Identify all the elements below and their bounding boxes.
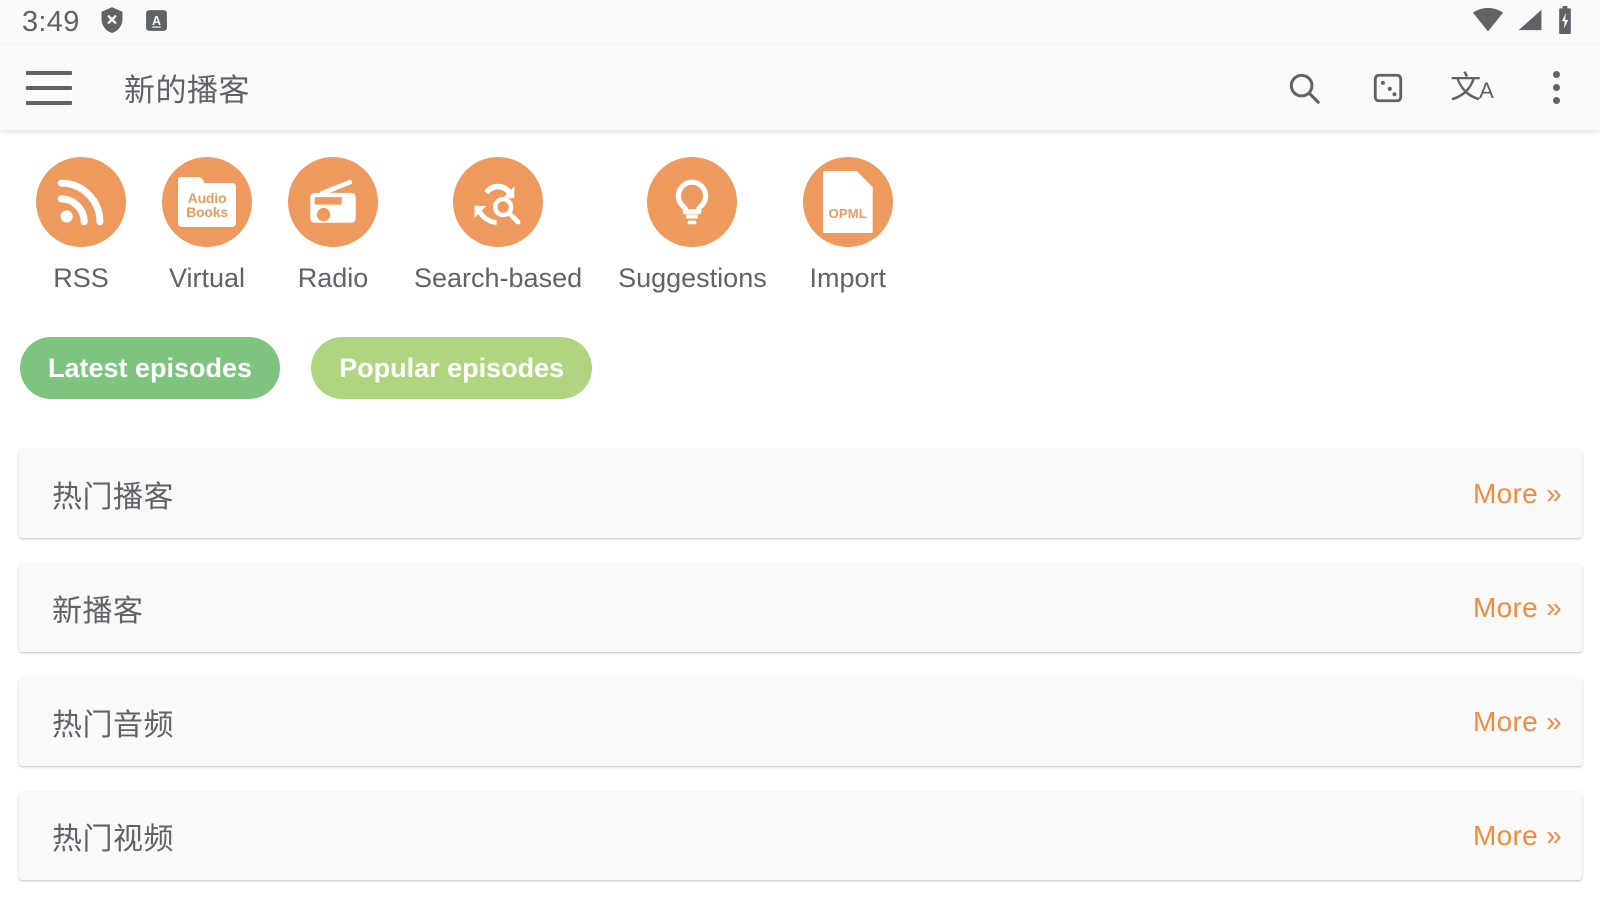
dice-icon[interactable] bbox=[1366, 66, 1410, 110]
radio-icon bbox=[288, 157, 378, 247]
chip-latest-episodes[interactable]: Latest episodes bbox=[20, 337, 281, 399]
lightbulb-icon bbox=[647, 157, 738, 247]
more-link[interactable]: More » bbox=[1473, 706, 1562, 738]
card-title: 新播客 bbox=[52, 595, 144, 628]
category-item-import[interactable]: OPML Import bbox=[802, 130, 893, 294]
app-bar-actions: 文A bbox=[1282, 66, 1578, 110]
audio-books-folder-icon: Audio Books bbox=[162, 157, 252, 247]
category-label: Radio bbox=[297, 263, 369, 293]
wifi-icon bbox=[1472, 8, 1504, 37]
shield-x-icon bbox=[98, 6, 126, 39]
category-shortcut-row: RSS Audio Books Virtual Radio Search-bas… bbox=[0, 130, 1600, 305]
page-title: 新的播客 bbox=[124, 73, 250, 108]
more-link[interactable]: More » bbox=[1473, 820, 1562, 852]
category-label: Import bbox=[809, 263, 886, 293]
category-item-search-based[interactable]: Search-based bbox=[414, 130, 582, 294]
folder-line-2: Books bbox=[186, 204, 228, 220]
podcast-category-list: 热门播客 More » 新播客 More » 热门音频 More » 热门视频 … bbox=[0, 450, 1600, 906]
chip-popular-episodes[interactable]: Popular episodes bbox=[311, 337, 593, 399]
app-bar: 新的播客 文A bbox=[0, 45, 1600, 130]
status-bar-right bbox=[1472, 6, 1578, 39]
svg-text:A: A bbox=[152, 14, 161, 28]
list-item[interactable]: 新播客 More » bbox=[19, 564, 1582, 652]
opml-document-icon: OPML bbox=[802, 157, 893, 247]
app-badge-a-icon: A bbox=[144, 8, 169, 38]
category-label: RSS bbox=[53, 263, 109, 293]
cellular-signal-icon bbox=[1516, 8, 1544, 37]
category-item-radio[interactable]: Radio bbox=[288, 130, 378, 294]
translate-icon-cn: 文 bbox=[1450, 70, 1482, 105]
overflow-menu-icon[interactable] bbox=[1534, 66, 1578, 110]
more-link[interactable]: More » bbox=[1473, 592, 1562, 624]
translate-icon-a: A bbox=[1479, 78, 1494, 103]
episode-filter-chips: Latest episodes Popular episodes bbox=[0, 337, 1600, 399]
category-item-virtual[interactable]: Audio Books Virtual bbox=[162, 130, 252, 294]
status-clock: 3:49 bbox=[22, 6, 80, 38]
status-bar: 3:49 A bbox=[0, 0, 1600, 45]
search-icon[interactable] bbox=[1282, 66, 1326, 110]
card-title: 热门播客 bbox=[52, 481, 174, 514]
list-item[interactable]: 热门视频 More » bbox=[19, 792, 1582, 880]
category-label: Suggestions bbox=[618, 263, 767, 293]
chip-label: Latest episodes bbox=[48, 352, 253, 383]
list-item[interactable]: 热门音频 More » bbox=[19, 678, 1582, 766]
list-item[interactable]: 热门播客 More » bbox=[19, 450, 1582, 538]
translate-icon[interactable]: 文A bbox=[1450, 66, 1494, 110]
hamburger-menu-icon[interactable] bbox=[26, 70, 72, 105]
status-bar-left: 3:49 A bbox=[22, 6, 169, 39]
more-link[interactable]: More » bbox=[1473, 478, 1562, 510]
category-label: Search-based bbox=[414, 263, 583, 293]
rss-icon bbox=[36, 157, 126, 247]
battery-charging-icon bbox=[1556, 6, 1574, 39]
category-label: Virtual bbox=[168, 263, 246, 293]
chip-label: Popular episodes bbox=[339, 352, 565, 383]
card-title: 热门音频 bbox=[52, 709, 174, 742]
search-refresh-icon bbox=[453, 157, 544, 247]
category-item-rss[interactable]: RSS bbox=[36, 130, 126, 294]
doc-format-label: OPML bbox=[828, 206, 867, 221]
category-item-suggestions[interactable]: Suggestions bbox=[618, 130, 767, 294]
folder-line-1: Audio bbox=[187, 189, 227, 206]
card-title: 热门视频 bbox=[52, 823, 174, 856]
